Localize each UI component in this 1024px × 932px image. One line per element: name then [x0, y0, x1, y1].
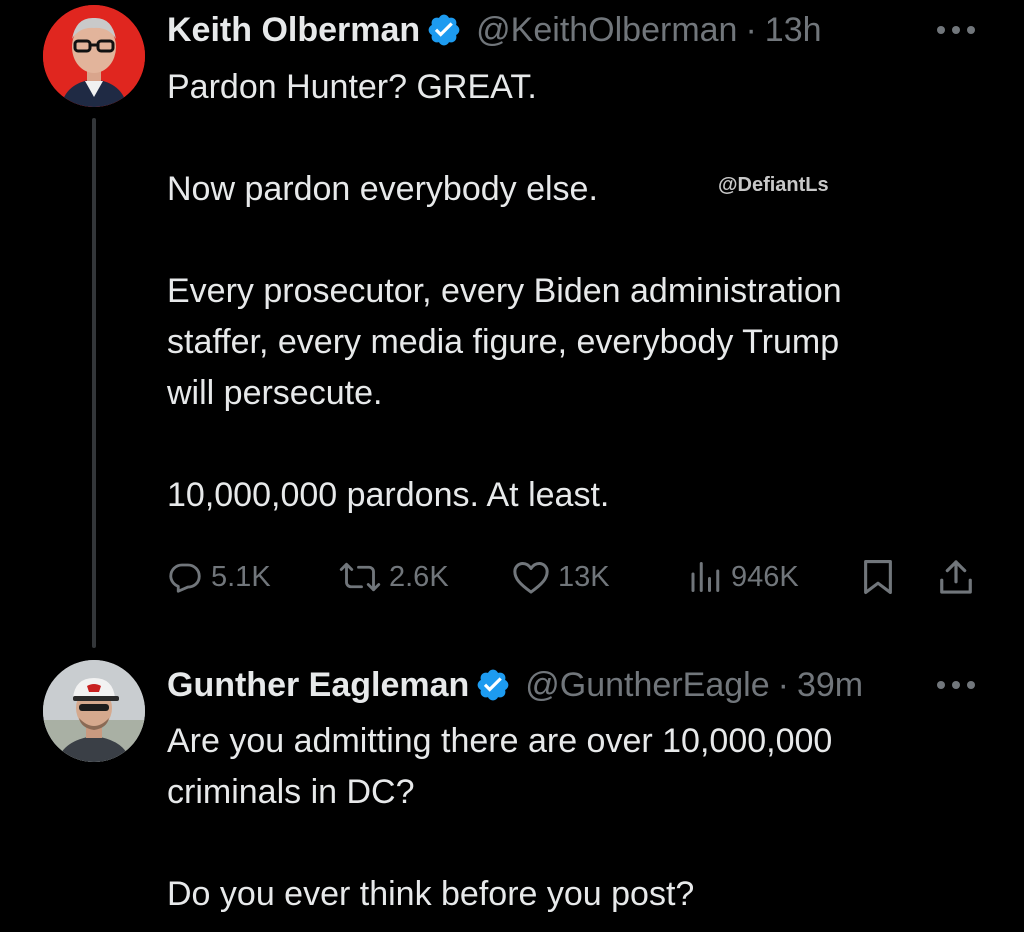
tweet-line: Every prosecutor, every Biden administra… [167, 272, 842, 310]
separator-dot: · [777, 665, 789, 704]
reply-bubble-icon [169, 563, 201, 593]
author-name[interactable]: Keith Olberman [167, 11, 420, 50]
timestamp[interactable]: 13h [765, 11, 822, 50]
views-button[interactable]: 946K [687, 552, 799, 602]
bookmark-button[interactable] [861, 552, 895, 602]
reply-button[interactable]: 5.1K [167, 552, 271, 602]
reply-line: Are you admitting there are over 10,000,… [167, 722, 833, 760]
more-dots-icon [937, 26, 975, 34]
bookmark-icon [864, 560, 892, 594]
tweet-line: will persecute. [167, 374, 383, 412]
separator-dot: · [745, 10, 757, 49]
author-handle[interactable]: @GuntherEagle [525, 666, 769, 705]
repost-count: 2.6K [389, 560, 449, 593]
tweet-header: Keith Olberman @KeithOlberman · 13h [167, 5, 822, 55]
timestamp[interactable]: 39m [797, 666, 863, 705]
avatar[interactable] [43, 660, 145, 762]
reply-line: criminals in DC? [167, 773, 415, 811]
more-dots-icon [937, 681, 975, 689]
views-count: 946K [731, 560, 799, 593]
reply-line: Do you ever think before you post? [167, 875, 695, 913]
tweet-line: Now pardon everybody else. [167, 170, 598, 208]
action-bar: 5.1K 2.6K 13K 946K [167, 552, 977, 602]
verified-badge-icon [428, 14, 460, 46]
repost-arrows-icon [339, 562, 381, 592]
more-options-button[interactable] [936, 660, 976, 710]
tweet-line: 10,000,000 pardons. At least. [167, 476, 610, 514]
more-options-button[interactable] [936, 5, 976, 55]
tweet-line: staffer, every media figure, everybody T… [167, 323, 840, 361]
reply-header: Gunther Eagleman @GuntherEagle · 39m [167, 660, 863, 710]
share-icon [940, 560, 972, 594]
author-handle[interactable]: @KeithOlberman [476, 11, 737, 50]
watermark: @DefiantLs [718, 174, 829, 196]
thread-connector-line [92, 118, 96, 648]
tweet-line: Pardon Hunter? GREAT. [167, 68, 537, 106]
avatar[interactable] [43, 5, 145, 107]
share-button[interactable] [937, 552, 975, 602]
author-name[interactable]: Gunther Eagleman [167, 666, 469, 705]
views-chart-icon [691, 562, 720, 592]
repost-button[interactable]: 2.6K [339, 552, 449, 602]
reply-count: 5.1K [211, 560, 271, 593]
heart-icon [513, 562, 549, 594]
like-count: 13K [558, 560, 610, 593]
like-button[interactable]: 13K [512, 552, 610, 602]
verified-badge-icon [477, 669, 509, 701]
